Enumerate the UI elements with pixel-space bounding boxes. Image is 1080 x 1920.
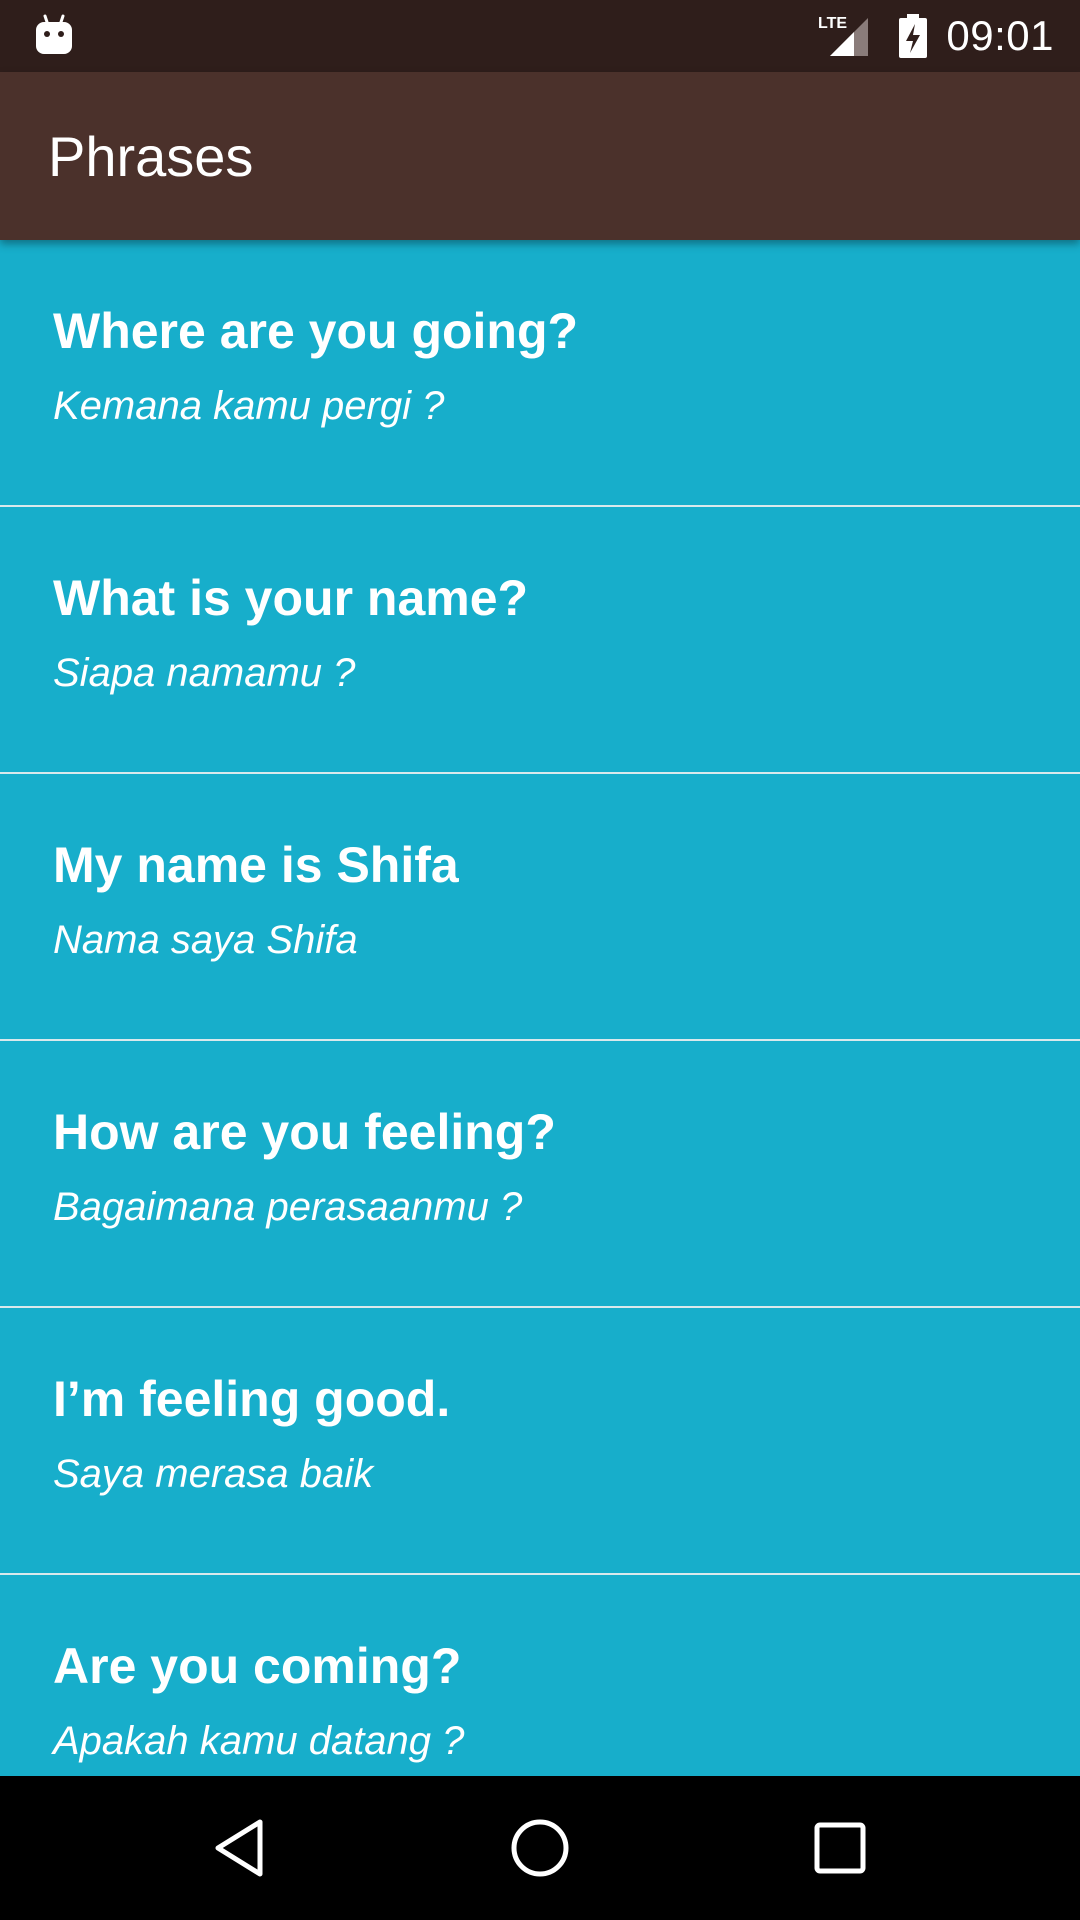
- battery-charging-icon: [899, 14, 928, 58]
- list-item[interactable]: I’m feeling good. Saya merasa baik: [0, 1308, 1080, 1575]
- phrase-english: What is your name?: [53, 570, 529, 626]
- recents-icon: [814, 1822, 866, 1874]
- phrase-english: I’m feeling good.: [53, 1371, 451, 1427]
- status-bar: LTE 09:01: [0, 0, 1080, 72]
- phrase-translation: Bagaimana perasaanmu ?: [53, 1185, 523, 1229]
- screen: LTE 09:01 Phrases Where are you going? K…: [0, 0, 1080, 1920]
- app-bar: Phrases: [0, 72, 1080, 240]
- recents-button[interactable]: [790, 1798, 890, 1898]
- back-icon: [215, 1819, 263, 1877]
- phrase-translation: Saya merasa baik: [53, 1452, 374, 1496]
- phrase-english: My name is Shifa: [53, 837, 459, 893]
- list-item[interactable]: Where are you going? Kemana kamu pergi ?: [0, 240, 1080, 507]
- phrase-english: Where are you going?: [53, 303, 579, 359]
- list-item[interactable]: Are you coming? Apakah kamu datang ?: [0, 1575, 1080, 1776]
- page-title: Phrases: [48, 125, 254, 188]
- navigation-bar: [0, 1776, 1080, 1920]
- list-item[interactable]: How are you feeling? Bagaimana perasaanm…: [0, 1041, 1080, 1308]
- phrase-english: Are you coming?: [53, 1638, 462, 1694]
- list-item[interactable]: My name is Shifa Nama saya Shifa: [0, 774, 1080, 1041]
- home-button[interactable]: [490, 1798, 590, 1898]
- lte-signal-icon: LTE: [818, 15, 869, 56]
- status-time: 09:01: [946, 12, 1054, 59]
- phrase-translation: Siapa namamu ?: [53, 651, 356, 695]
- phrase-translation: Apakah kamu datang ?: [53, 1719, 465, 1763]
- status-icons: LTE 09:01: [816, 0, 1054, 72]
- home-icon: [511, 1819, 569, 1877]
- phrase-translation: Kemana kamu pergi ?: [53, 384, 445, 428]
- list-item[interactable]: What is your name? Siapa namamu ?: [0, 507, 1080, 774]
- phrase-list[interactable]: Where are you going? Kemana kamu pergi ?…: [0, 240, 1080, 1776]
- android-notification-icon: [36, 14, 72, 54]
- back-button[interactable]: [190, 1798, 290, 1898]
- lte-label: LTE: [818, 15, 847, 32]
- phrase-english: How are you feeling?: [53, 1104, 556, 1160]
- phrase-translation: Nama saya Shifa: [53, 918, 358, 962]
